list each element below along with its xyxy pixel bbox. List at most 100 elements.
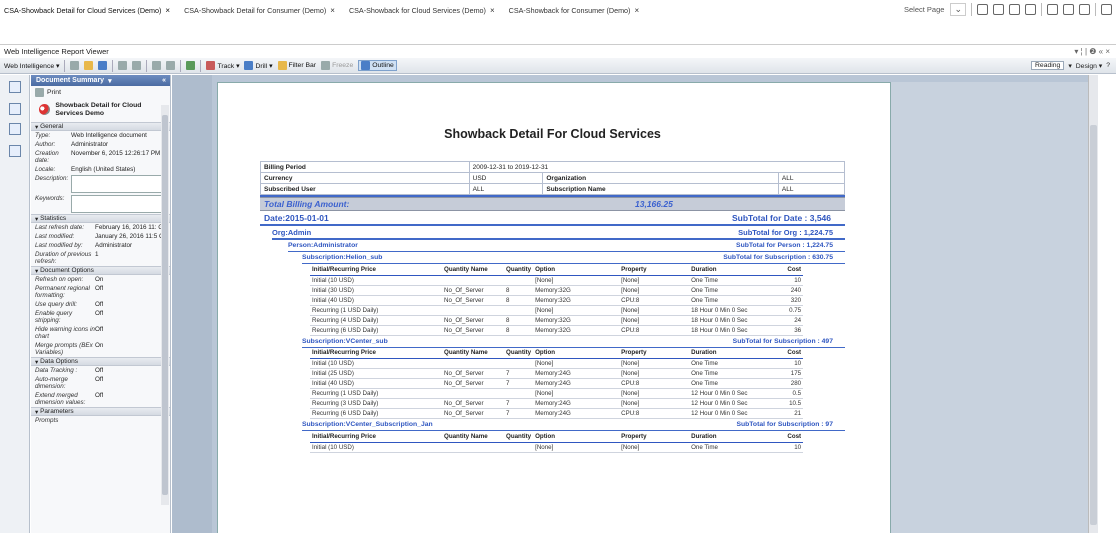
new-document-icon[interactable]: [70, 61, 80, 70]
top-right-toolbar: Select Page ⌄: [904, 3, 1112, 16]
print-icon[interactable]: [118, 61, 128, 70]
table-cell: [442, 388, 504, 399]
table-cell: Memory:24G: [533, 408, 620, 419]
scrollbar-thumb[interactable]: [162, 115, 168, 495]
tree-icon[interactable]: [1047, 4, 1058, 15]
close-icon[interactable]: ×: [165, 6, 170, 15]
tab-showback-detail-consumer[interactable]: CSA-Showback Detail for Consumer (Demo) ×: [184, 6, 335, 15]
subscription-name: Subscription:VCenter_Subscription_Jan: [302, 421, 433, 428]
info-value: On: [95, 276, 104, 283]
table-cell: [None]: [619, 368, 690, 379]
subscription-header: Subscription:VCenter_sub SubTotal for Sub…: [260, 336, 845, 347]
grid-icon[interactable]: [1009, 4, 1020, 15]
table-cell: One Time: [689, 358, 774, 369]
print-button[interactable]: Print: [31, 86, 170, 98]
table-cell: [None]: [619, 285, 690, 296]
track-button[interactable]: Track ▾: [206, 61, 239, 70]
column-header: Quantity: [504, 431, 534, 443]
table-cell: No_Of_Server: [442, 325, 504, 336]
redo-icon[interactable]: [166, 61, 176, 70]
chevron-down-icon: ⌄: [950, 3, 966, 16]
reading-dropdown-icon[interactable]: ▾: [1068, 62, 1071, 70]
window-icon[interactable]: [1025, 4, 1036, 15]
section-general[interactable]: ▾ General: [31, 122, 170, 131]
table-row: Recurring (6 USD Daily) No_Of_Server 7 Memo…: [310, 408, 804, 419]
close-icon[interactable]: ×: [330, 6, 335, 15]
undo-icon[interactable]: [152, 61, 162, 70]
freeze-icon: [321, 61, 331, 70]
table-row: Initial (10 USD) [None] [None] One Time 10: [310, 275, 804, 286]
navigation-map-icon[interactable]: [9, 103, 21, 115]
close-icon[interactable]: ×: [490, 6, 495, 15]
close-icon[interactable]: ×: [634, 6, 639, 15]
open-folder-icon[interactable]: [84, 61, 94, 70]
filter-bar-button[interactable]: Filter Bar: [277, 61, 316, 70]
drill-button[interactable]: Drill ▾: [244, 61, 273, 70]
document-summary-icon[interactable]: [9, 81, 21, 93]
divider: [1095, 3, 1096, 16]
divider: [146, 59, 148, 72]
chevron-down-icon[interactable]: ▾: [108, 77, 112, 85]
settings-icon[interactable]: [977, 4, 988, 15]
section-data-options[interactable]: ▾ Data Options: [31, 357, 170, 366]
table-cell: [504, 388, 534, 399]
viewer-window-controls[interactable]: ▾ ¦ | ❷ « ×: [1074, 47, 1110, 56]
column-header: Cost: [773, 431, 804, 443]
table-cell: [504, 275, 534, 286]
save-icon[interactable]: [98, 61, 108, 70]
table-cell: [None]: [619, 315, 690, 326]
pin-icon[interactable]: [993, 4, 1004, 15]
outline-button[interactable]: Outline: [358, 60, 397, 71]
tab-showback-detail-cloud[interactable]: CSA-Showback Detail for Cloud Services (…: [4, 6, 170, 15]
table-cell: 10: [773, 275, 804, 286]
billing-period-value: 2009-12-31 to 2019-12-31: [468, 161, 846, 173]
description-field[interactable]: [71, 175, 167, 193]
report-canvas: Showback Detail For Cloud Services Billi…: [172, 75, 1098, 533]
freeze-button[interactable]: Freeze: [321, 61, 353, 70]
tab-showback-consumer[interactable]: CSA-Showback for Consumer (Demo) ×: [509, 6, 640, 15]
keywords-field[interactable]: [71, 195, 167, 213]
section-parameters[interactable]: ▾ Parameters: [31, 407, 170, 416]
table-cell: [442, 305, 504, 316]
info-key: Last modified:: [35, 233, 75, 240]
scrollbar-thumb[interactable]: [1090, 125, 1097, 525]
info-value: Off: [95, 392, 104, 399]
find-icon[interactable]: [132, 61, 142, 70]
collapse-icon[interactable]: «: [162, 77, 166, 84]
select-page-dropdown[interactable]: Select Page ⌄: [904, 3, 966, 16]
book-icon[interactable]: [1101, 4, 1112, 15]
divider: [971, 3, 972, 16]
table-cell: Memory:32G: [533, 295, 620, 306]
section-document-options[interactable]: ▾ Document Options: [31, 266, 170, 275]
tab-showback-cloud[interactable]: CSA-Showback for Cloud Services (Demo) ×: [349, 6, 495, 15]
info-row: Last modified: January 26, 2016 11:5 GMT+…: [31, 232, 170, 241]
table-row: Initial (10 USD) [None] [None] One Time 10: [310, 442, 804, 453]
star-icon[interactable]: [1079, 4, 1090, 15]
table-cell: No_Of_Server: [442, 398, 504, 409]
table-cell: No_Of_Server: [442, 295, 504, 306]
info-value: Off: [95, 285, 104, 292]
table-cell: One Time: [689, 275, 774, 286]
table-cell: [None]: [533, 275, 620, 286]
info-key: Last refresh date:: [35, 224, 85, 231]
info-key: Author:: [35, 141, 56, 148]
help-icon[interactable]: ?: [1106, 62, 1110, 69]
info-value: Web Intelligence document: [71, 132, 147, 139]
web-intelligence-menu[interactable]: Web Intelligence ▾: [4, 62, 59, 70]
reading-mode-button[interactable]: Reading: [1031, 61, 1065, 70]
table-cell: One Time: [689, 285, 774, 296]
document-title-block: Showback Detail for Cloud Services Demo: [31, 98, 170, 122]
summary-scrollbar[interactable]: [161, 105, 169, 505]
minimize-icon[interactable]: [1063, 4, 1074, 15]
canvas-scrollbar[interactable]: [1088, 75, 1098, 533]
select-page-label: Select Page: [904, 5, 945, 14]
info-key: Locale:: [35, 166, 56, 173]
section-statistics[interactable]: ▾ Statistics: [31, 214, 170, 223]
total-billing-band: Total Billing Amount: 13,166.25: [260, 197, 845, 211]
prompts-icon[interactable]: [9, 145, 21, 157]
input-controls-icon[interactable]: [9, 123, 21, 135]
design-mode-button[interactable]: Design ▾: [1076, 62, 1102, 70]
table-cell: One Time: [689, 295, 774, 306]
refresh-icon[interactable]: [186, 61, 196, 70]
filter-icon: [277, 61, 287, 70]
